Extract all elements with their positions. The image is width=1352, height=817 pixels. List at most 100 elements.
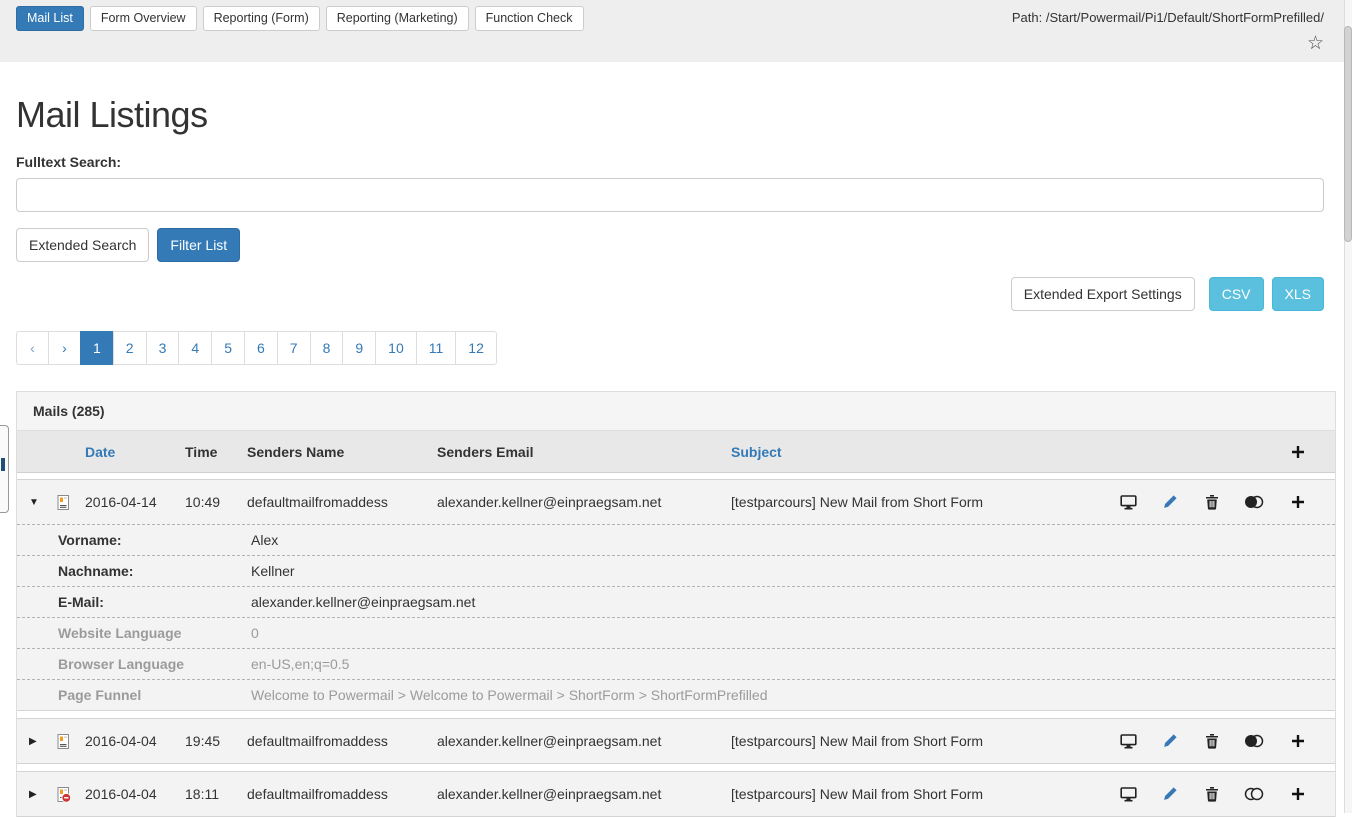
mail-detail-row: Browser Language en-US,en;q=0.5 bbox=[17, 648, 1335, 679]
fulltext-search-input[interactable] bbox=[16, 178, 1324, 212]
mail-time: 18:11 bbox=[185, 786, 247, 802]
column-header-senders-name: Senders Name bbox=[247, 444, 437, 460]
visibility-toggle-on-icon[interactable] bbox=[1233, 495, 1275, 509]
filter-list-button[interactable]: Filter List bbox=[157, 228, 240, 262]
detail-value: en-US,en;q=0.5 bbox=[251, 656, 1319, 672]
preview-monitor-icon[interactable] bbox=[1107, 494, 1149, 510]
header-add-column-icon[interactable] bbox=[1275, 445, 1321, 459]
pagination-page-10[interactable]: 10 bbox=[375, 331, 417, 365]
pagination-page-9[interactable]: 9 bbox=[342, 331, 376, 365]
page-path: Path: /Start/Powermail/Pi1/Default/Short… bbox=[1012, 10, 1324, 25]
extended-export-settings-button[interactable]: Extended Export Settings bbox=[1011, 277, 1195, 311]
column-header-subject[interactable]: Subject bbox=[731, 444, 1107, 460]
pagination-prev[interactable]: ‹ bbox=[16, 331, 49, 365]
mail-time: 10:49 bbox=[185, 494, 247, 510]
preview-monitor-icon[interactable] bbox=[1107, 786, 1149, 802]
mail-record-hidden-icon bbox=[55, 786, 85, 803]
pagination-page-5[interactable]: 5 bbox=[211, 331, 245, 365]
mail-row: ▼ 2016-04-14 10:49 defaultmailfromaddess… bbox=[17, 480, 1335, 524]
mails-table-header: Date Time Senders Name Senders Email Sub… bbox=[17, 431, 1335, 473]
expand-caret-icon[interactable]: ▶ bbox=[29, 789, 55, 800]
nav-collapse-mark-icon bbox=[1, 458, 5, 471]
visibility-toggle-on-icon[interactable] bbox=[1233, 734, 1275, 748]
detail-label: Browser Language bbox=[58, 656, 251, 672]
tab-mail-list[interactable]: Mail List bbox=[16, 6, 84, 31]
pagination-page-8[interactable]: 8 bbox=[310, 331, 344, 365]
nav-collapse-handle[interactable] bbox=[0, 425, 9, 513]
delete-trash-icon[interactable] bbox=[1191, 786, 1233, 802]
mail-record-icon bbox=[55, 494, 85, 511]
expand-caret-icon[interactable]: ▶ bbox=[29, 736, 55, 747]
tab-function-check[interactable]: Function Check bbox=[475, 6, 584, 31]
tab-reporting-marketing[interactable]: Reporting (Marketing) bbox=[326, 6, 469, 31]
column-header-senders-email: Senders Email bbox=[437, 444, 731, 460]
mails-panel-title: Mails (285) bbox=[17, 392, 1335, 431]
pagination-page-3[interactable]: 3 bbox=[146, 331, 180, 365]
detail-label: Vorname: bbox=[58, 532, 251, 548]
fulltext-search-label: Fulltext Search: bbox=[16, 154, 1336, 170]
add-plus-icon[interactable] bbox=[1275, 787, 1321, 801]
mail-subject: [testparcours] New Mail from Short Form bbox=[731, 733, 1107, 749]
pagination-page-2[interactable]: 2 bbox=[113, 331, 147, 365]
edit-pencil-icon[interactable] bbox=[1149, 733, 1191, 749]
visibility-toggle-off-icon[interactable] bbox=[1233, 787, 1275, 801]
detail-label: Website Language bbox=[58, 625, 251, 641]
detail-value: alexander.kellner@einpraegsam.net bbox=[251, 594, 1319, 610]
detail-label: E-Mail: bbox=[58, 594, 251, 610]
column-header-time: Time bbox=[185, 444, 247, 460]
detail-value: Welcome to Powermail > Welcome to Powerm… bbox=[251, 687, 1319, 703]
module-docheader: Mail List Form Overview Reporting (Form)… bbox=[0, 0, 1352, 62]
page-title: Mail Listings bbox=[16, 94, 1336, 136]
column-header-date[interactable]: Date bbox=[85, 444, 185, 460]
scrollbar-thumb[interactable] bbox=[1344, 26, 1352, 242]
bookmark-star-icon[interactable]: ☆ bbox=[1307, 34, 1324, 53]
mail-date: 2016-04-14 bbox=[85, 494, 185, 510]
pagination-page-6[interactable]: 6 bbox=[244, 331, 278, 365]
mail-detail-row: Page Funnel Welcome to Powermail > Welco… bbox=[17, 679, 1335, 710]
delete-trash-icon[interactable] bbox=[1191, 733, 1233, 749]
mail-record-icon bbox=[55, 733, 85, 750]
xls-export-button[interactable]: XLS bbox=[1272, 277, 1324, 311]
pagination-page-7[interactable]: 7 bbox=[277, 331, 311, 365]
add-plus-icon[interactable] bbox=[1275, 495, 1321, 509]
collapse-caret-icon[interactable]: ▼ bbox=[29, 497, 55, 508]
pagination-page-4[interactable]: 4 bbox=[178, 331, 212, 365]
detail-label: Page Funnel bbox=[58, 687, 251, 703]
edit-pencil-icon[interactable] bbox=[1149, 494, 1191, 510]
mail-detail-row: Website Language 0 bbox=[17, 617, 1335, 648]
mail-date: 2016-04-04 bbox=[85, 786, 185, 802]
add-plus-icon[interactable] bbox=[1275, 734, 1321, 748]
preview-monitor-icon[interactable] bbox=[1107, 733, 1149, 749]
detail-value: 0 bbox=[251, 625, 1319, 641]
pagination-page-12[interactable]: 12 bbox=[455, 331, 497, 365]
detail-value: Kellner bbox=[251, 563, 1319, 579]
mail-subject: [testparcours] New Mail from Short Form bbox=[731, 494, 1107, 510]
pagination-next[interactable]: › bbox=[48, 331, 81, 365]
mail-row: ▶ 2016-04-04 18:11 defaultmailfromaddess… bbox=[17, 772, 1335, 816]
mail-senders-name: defaultmailfromaddess bbox=[247, 786, 437, 802]
csv-export-button[interactable]: CSV bbox=[1209, 277, 1264, 311]
detail-value: Alex bbox=[251, 532, 1319, 548]
mail-time: 19:45 bbox=[185, 733, 247, 749]
pagination: ‹ › 1 2 3 4 5 6 7 8 9 10 11 12 bbox=[16, 331, 497, 365]
mail-subject: [testparcours] New Mail from Short Form bbox=[731, 786, 1107, 802]
extended-search-button[interactable]: Extended Search bbox=[16, 228, 149, 262]
mail-detail-row: Vorname: Alex bbox=[17, 524, 1335, 555]
mail-row-block: ▶ 2016-04-04 19:45 defaultmailfromaddess… bbox=[17, 718, 1335, 764]
mail-row: ▶ 2016-04-04 19:45 defaultmailfromaddess… bbox=[17, 719, 1335, 763]
mail-senders-email: alexander.kellner@einpraegsam.net bbox=[437, 786, 731, 802]
tab-form-overview[interactable]: Form Overview bbox=[90, 6, 197, 31]
pagination-page-11[interactable]: 11 bbox=[416, 331, 457, 365]
edit-pencil-icon[interactable] bbox=[1149, 786, 1191, 802]
mails-panel: Mails (285) Date Time Senders Name Sende… bbox=[16, 391, 1336, 817]
mail-detail-row: Nachname: Kellner bbox=[17, 555, 1335, 586]
mail-date: 2016-04-04 bbox=[85, 733, 185, 749]
mail-senders-name: defaultmailfromaddess bbox=[247, 733, 437, 749]
mail-senders-email: alexander.kellner@einpraegsam.net bbox=[437, 733, 731, 749]
mail-senders-name: defaultmailfromaddess bbox=[247, 494, 437, 510]
mail-row-block: ▶ 2016-04-04 18:11 defaultmailfromaddess… bbox=[17, 771, 1335, 817]
tab-reporting-form[interactable]: Reporting (Form) bbox=[203, 6, 320, 31]
mail-row-block: ▼ 2016-04-14 10:49 defaultmailfromaddess… bbox=[17, 479, 1335, 711]
pagination-page-1[interactable]: 1 bbox=[80, 331, 114, 365]
delete-trash-icon[interactable] bbox=[1191, 494, 1233, 510]
